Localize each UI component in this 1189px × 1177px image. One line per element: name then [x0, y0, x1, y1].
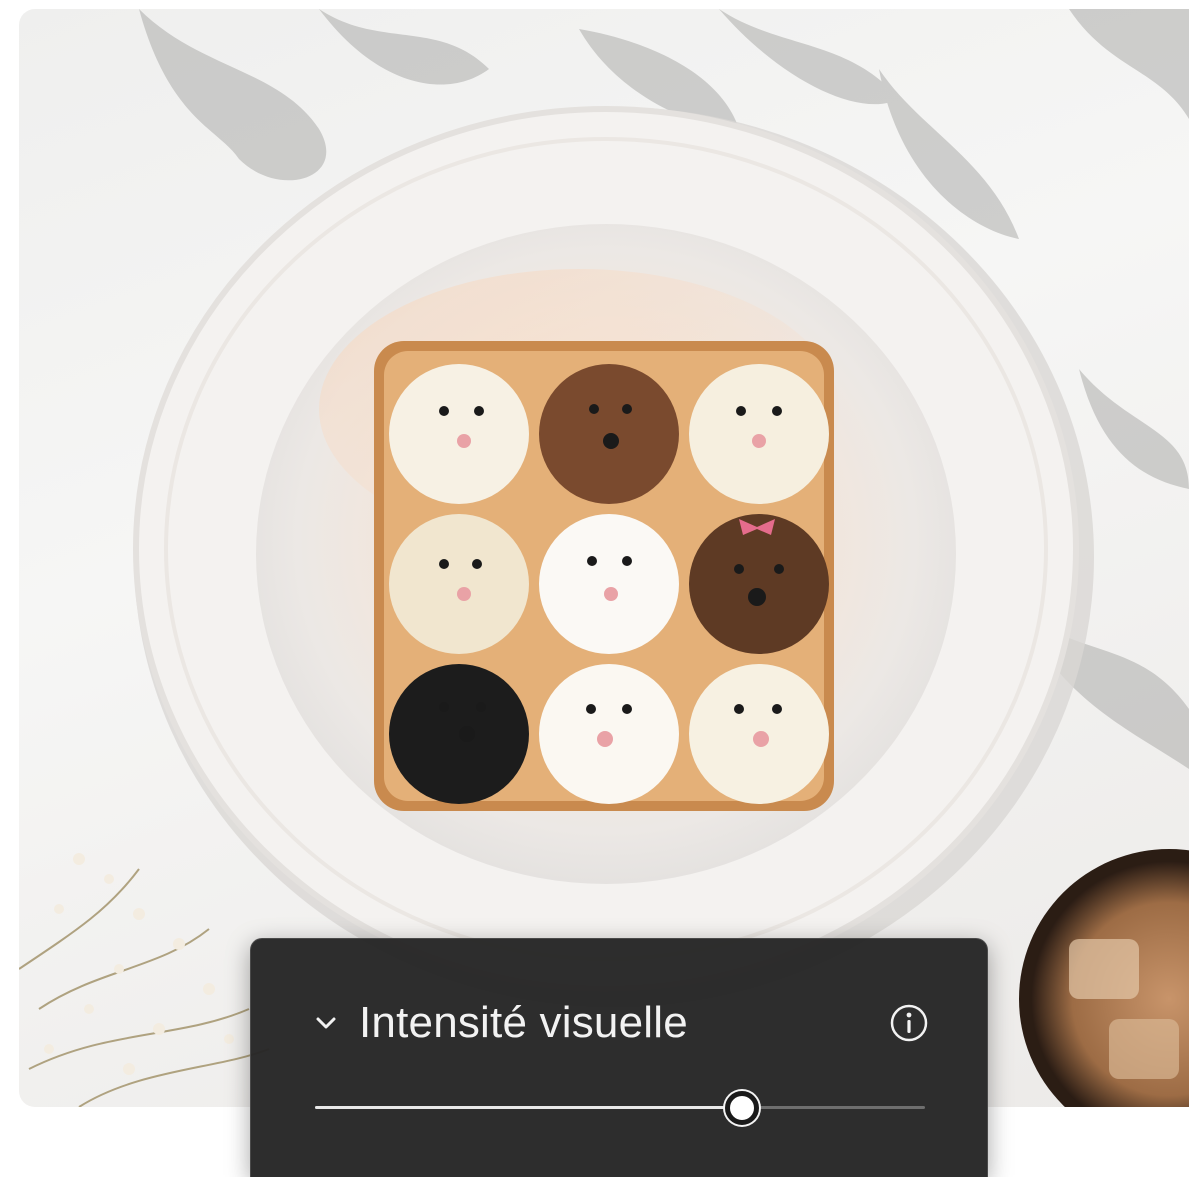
panel-header[interactable]: Intensité visuelle	[311, 993, 929, 1053]
intensity-slider[interactable]	[315, 1091, 925, 1125]
chevron-down-icon[interactable]	[311, 1008, 341, 1038]
slider-handle[interactable]	[725, 1091, 759, 1125]
slider-fill	[315, 1106, 742, 1109]
info-icon[interactable]	[889, 1003, 929, 1043]
panel-title: Intensité visuelle	[359, 998, 688, 1047]
visual-intensity-panel: Intensité visuelle	[250, 938, 988, 1177]
